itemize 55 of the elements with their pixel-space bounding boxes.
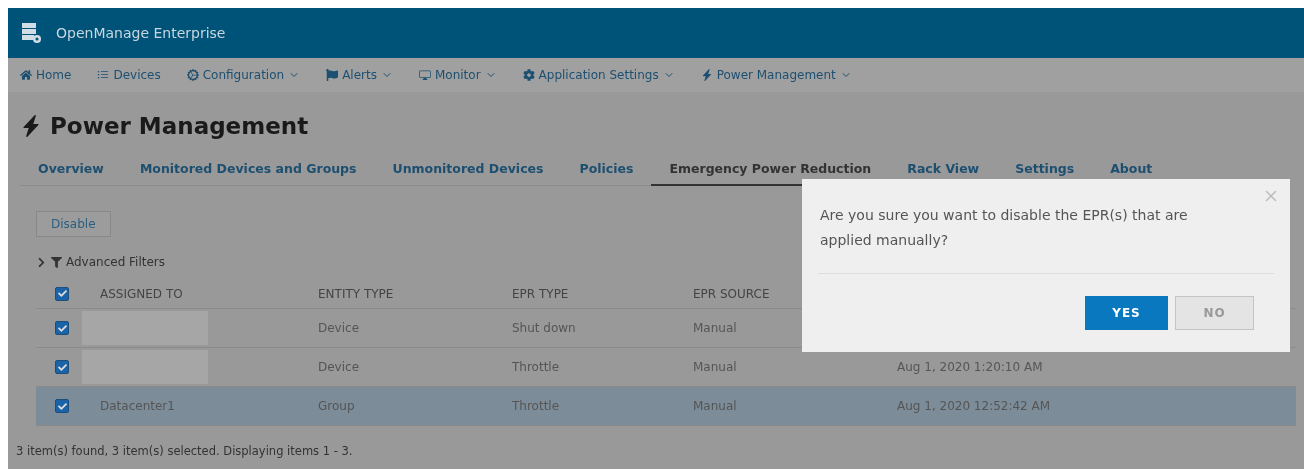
monitor-icon <box>418 69 431 81</box>
app-title: OpenManage Enterprise <box>56 25 226 41</box>
check-icon <box>57 401 67 411</box>
table-cell: Aug 1, 2020 12:52:42 AM <box>897 399 1051 413</box>
column-header: ENTITY TYPE <box>318 286 394 301</box>
server-logo-icon <box>20 22 42 44</box>
check-icon <box>57 323 67 333</box>
table-cell: Group <box>318 399 355 413</box>
lightning-icon <box>700 69 713 81</box>
home-icon <box>20 69 32 81</box>
table-cell: Manual <box>693 360 737 374</box>
tab[interactable]: Policies <box>561 156 652 186</box>
nav-item[interactable]: Alerts <box>326 68 393 82</box>
column-header: ASSIGNED TO <box>100 286 183 301</box>
status-text: 3 item(s) found, 3 item(s) selected. Displaying items 1 - 3. <box>16 444 354 458</box>
advanced-filters-toggle[interactable]: Advanced Filters <box>36 255 1304 269</box>
table-cell: Throttle <box>512 360 560 374</box>
page-title: Power Management <box>50 113 309 139</box>
flag-icon <box>326 69 339 81</box>
table-cell: Aug 1, 2020 1:20:10 AM <box>897 360 1043 374</box>
settings-icon <box>522 69 535 81</box>
disable-button[interactable]: Disable <box>36 211 111 237</box>
tab[interactable]: Monitored Devices and Groups <box>121 156 375 186</box>
table-cell: Device <box>318 360 360 374</box>
table-cell: Manual <box>693 399 737 413</box>
column-header: EPR SOURCE <box>693 286 770 301</box>
table-cell: Throttle <box>512 399 560 413</box>
nav-item[interactable]: Home <box>20 68 72 82</box>
table-cell: Manual <box>693 321 737 335</box>
nav-item[interactable]: Power Management <box>700 68 852 82</box>
filter-icon <box>51 256 62 268</box>
power-icon <box>20 115 42 137</box>
list-icon <box>97 69 110 81</box>
row-checkbox[interactable] <box>55 360 69 374</box>
table-cell: Device <box>318 321 360 335</box>
check-icon <box>57 362 67 372</box>
column-header: EPR TYPE <box>512 286 569 301</box>
table-cell: Datacenter1 <box>100 399 175 413</box>
nav-item[interactable]: Application Settings <box>522 68 675 82</box>
yes-button[interactable]: YES <box>1085 296 1168 330</box>
gear-icon <box>186 69 199 81</box>
dialog-message: Are you sure you want to disable the EPR(s) that are applied manually? <box>820 206 1189 250</box>
nav-item[interactable]: Configuration <box>186 68 301 82</box>
nav-item[interactable]: Monitor <box>418 68 497 82</box>
check-icon <box>57 289 67 298</box>
select-all-checkbox[interactable] <box>55 286 69 301</box>
chevron-right-icon <box>36 256 47 268</box>
table-cell: Shut down <box>512 321 576 335</box>
selected-table-row[interactable]: Datacenter1 Group Throttle Manual Aug 1, 2020 12:52:42 AM <box>36 387 1296 426</box>
nav-item[interactable]: Devices <box>97 68 161 82</box>
row-checkbox[interactable] <box>55 321 69 335</box>
tab[interactable]: Overview <box>20 156 122 186</box>
row-checkbox[interactable] <box>55 399 69 413</box>
no-button[interactable]: NO <box>1175 296 1254 330</box>
tab[interactable]: Unmonitored Devices <box>374 156 562 186</box>
